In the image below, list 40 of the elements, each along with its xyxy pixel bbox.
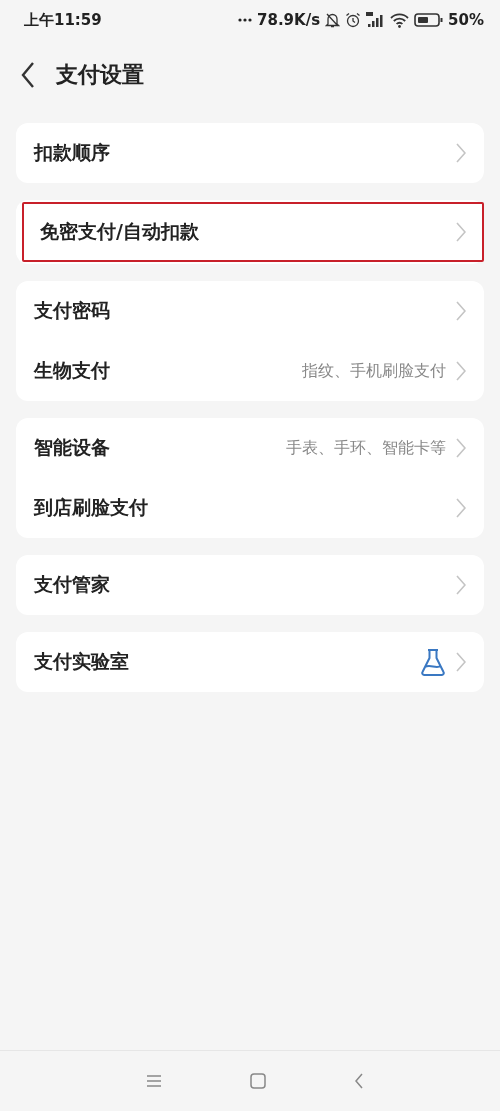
settings-row[interactable]: 支付实验室 <box>16 632 484 692</box>
chevron-icon <box>456 301 466 321</box>
row-label: 支付管家 <box>34 572 111 597</box>
dots-icon <box>238 18 253 22</box>
row-detail: 手表、手环、智能卡等 <box>286 437 446 459</box>
settings-row[interactable]: 智能设备 手表、手环、智能卡等 <box>16 418 484 478</box>
row-label: 生物支付 <box>34 358 111 383</box>
chevron-icon <box>456 143 466 163</box>
battery-percent: 50% <box>448 11 484 29</box>
settings-row[interactable]: 支付管家 <box>16 555 484 615</box>
battery-icon <box>414 13 444 27</box>
alarm-icon <box>345 12 362 28</box>
settings-row[interactable]: 到店刷脸支付 <box>16 478 484 538</box>
row-label: 支付实验室 <box>34 649 130 674</box>
row-label: 到店刷脸支付 <box>34 495 149 520</box>
page-title: 支付设置 <box>56 61 144 89</box>
chevron-icon <box>456 575 466 595</box>
menu-icon[interactable] <box>146 1074 162 1088</box>
network-speed: 78.9K/s <box>257 11 321 29</box>
chevron-icon <box>456 222 466 242</box>
flask-icon <box>420 648 446 676</box>
chevron-icon <box>456 498 466 518</box>
wifi-icon <box>390 12 410 28</box>
back-icon[interactable] <box>20 61 36 89</box>
row-label: 扣款顺序 <box>34 140 111 165</box>
row-label: 智能设备 <box>34 435 111 460</box>
row-label: 支付密码 <box>34 298 111 323</box>
settings-row[interactable]: 生物支付 指纹、手机刷脸支付 <box>16 341 484 401</box>
muted-bell-icon <box>325 12 341 28</box>
row-label: 免密支付/自动扣款 <box>40 219 200 244</box>
row-detail: 指纹、手机刷脸支付 <box>302 360 446 382</box>
settings-row[interactable]: 支付密码 <box>16 281 484 341</box>
settings-row[interactable]: 扣款顺序 <box>16 123 484 183</box>
chevron-icon <box>456 652 466 672</box>
status-time: 上午11:59 <box>24 10 102 30</box>
signal-icon <box>366 12 386 28</box>
chevron-icon <box>456 361 466 381</box>
highlighted-settings-row[interactable]: 免密支付/自动扣款 <box>22 202 484 262</box>
chevron-icon <box>456 438 466 458</box>
home-icon[interactable] <box>250 1073 266 1089</box>
